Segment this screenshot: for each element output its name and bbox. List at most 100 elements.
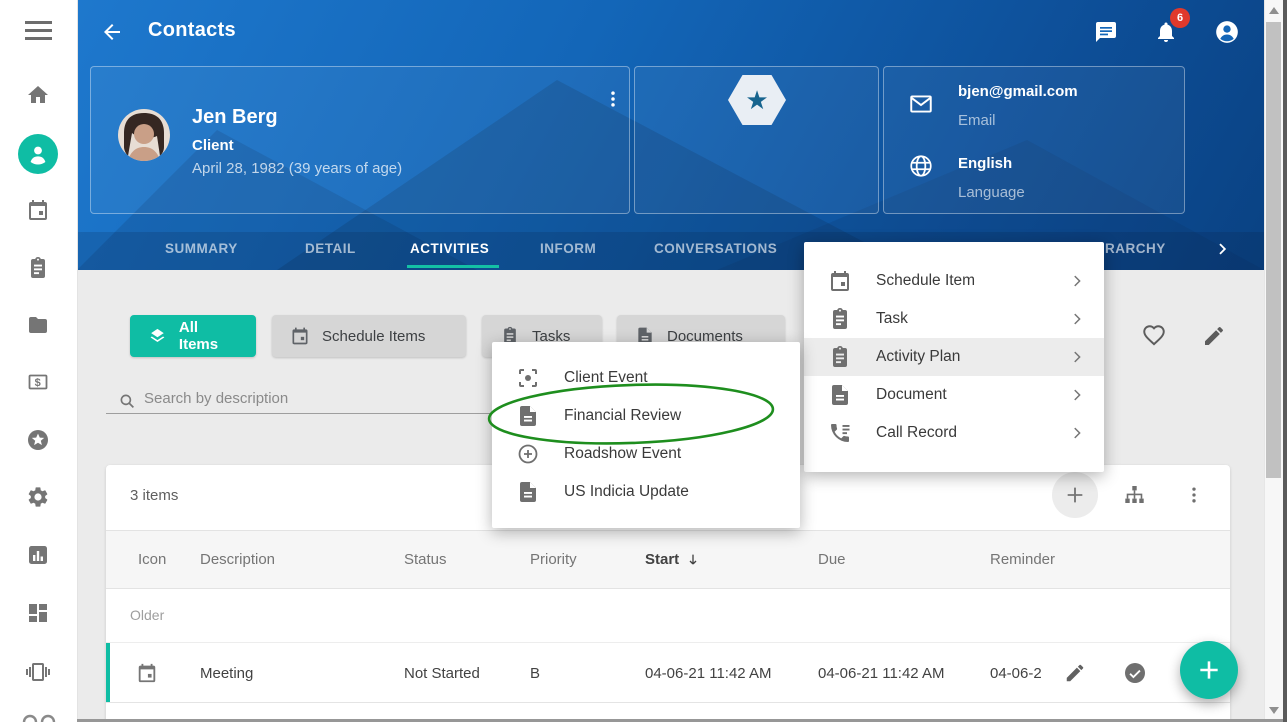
table-row-meeting[interactable]: Meeting Not Started B 04-06-21 11:42 AM … [106,642,1230,703]
column-status[interactable]: Status [404,551,447,568]
menu-item-activity-plan[interactable]: Activity Plan [804,338,1104,376]
column-icon[interactable]: Icon [138,551,166,568]
tab-inform[interactable]: INFORM [540,241,596,256]
home-icon[interactable] [26,83,50,107]
group-label-older: Older [130,607,164,623]
language-globe-icon [908,153,934,179]
menu-item-label: Task [876,310,908,328]
contact-email-value: bjen@gmail.com [958,83,1078,100]
row-accent-bar [106,643,110,703]
left-sidebar: $ [0,0,78,722]
tab-conversations[interactable]: CONVERSATIONS [654,241,777,256]
chat-icon[interactable] [1094,20,1118,44]
submenu-item-financial-review[interactable]: Financial Review [492,397,800,435]
tab-activities[interactable]: ACTIVITIES [410,241,489,256]
plus-icon [1196,657,1222,683]
window-right-edge [1283,0,1287,722]
hexagon-star-badge-icon: ★ [728,75,786,125]
submenu-item-roadshow-event[interactable]: Roadshow Event [492,435,800,473]
column-due[interactable]: Due [818,551,846,568]
menu-item-task[interactable]: Task [804,300,1104,338]
column-priority[interactable]: Priority [530,551,577,568]
contact-language-value: English [958,155,1012,172]
voicemail-icon[interactable] [22,714,56,722]
document-icon [828,383,852,407]
profile-more-kebab-icon[interactable] [603,89,623,109]
plus-icon [1064,484,1086,506]
submenu-item-us-indicia-update[interactable]: US Indicia Update [492,473,800,511]
back-arrow-icon[interactable] [100,20,124,44]
tab-hierarchy-partial[interactable]: RARCHY [1105,241,1166,256]
crm-contacts-page: Contacts 6 Jen Berg [0,0,1287,722]
edit-pencil-icon[interactable] [1202,324,1226,348]
contact-language-label: Language [958,184,1025,201]
contact-email-label: Email [958,112,996,129]
menu-item-schedule-item[interactable]: Schedule Item [804,262,1104,300]
column-start-label: Start [645,551,679,568]
table-header-row: Icon Description Status Priority Start D… [106,530,1230,589]
page-header: Contacts 6 Jen Berg [77,0,1264,270]
submenu-item-label: US Indicia Update [564,483,689,501]
column-start-sorted[interactable]: Start [645,551,701,568]
dashboard-icon[interactable] [26,601,50,625]
scrollbar-up-arrow[interactable] [1269,7,1279,14]
calendar-icon [290,326,310,346]
cell-due: 04-06-21 11:42 AM [818,665,944,682]
settings-gear-icon[interactable] [26,485,50,509]
column-reminder[interactable]: Reminder [990,551,1055,568]
submenu-item-client-event[interactable]: Client Event [492,359,800,397]
folder-icon[interactable] [26,313,50,337]
items-count-label: 3 items [130,487,178,504]
vertical-scrollbar-thumb[interactable] [1266,22,1281,478]
chevron-right-icon [1068,386,1086,404]
menu-item-label: Document [876,386,947,404]
row-calendar-icon [136,662,158,684]
contacts-person-icon-active[interactable] [18,134,58,174]
plus-circle-icon [516,442,540,466]
menu-item-label: Activity Plan [876,348,960,366]
email-icon [908,91,934,117]
submenu-item-label: Client Event [564,369,648,387]
scrollbar-down-arrow[interactable] [1269,707,1279,714]
chevron-right-icon [1068,272,1086,290]
hamburger-menu-icon[interactable] [25,21,52,43]
tasks-clipboard-icon[interactable] [26,256,50,280]
calendar-icon[interactable] [26,198,50,222]
call-record-icon [828,421,852,445]
add-item-button[interactable] [1052,472,1098,518]
filter-schedule-items-button[interactable]: Schedule Items [272,315,466,357]
row-edit-pencil-icon[interactable] [1064,662,1086,684]
svg-text:$: $ [35,377,41,389]
tab-summary[interactable]: SUMMARY [165,241,238,256]
menu-item-label: Call Record [876,424,957,442]
account-avatar-icon[interactable] [1214,19,1240,45]
vibration-icon[interactable] [26,660,50,684]
filter-all-items-button[interactable]: All Items [130,315,256,357]
menu-item-document[interactable]: Document [804,376,1104,414]
document-icon [516,480,540,504]
fab-add-button[interactable] [1180,641,1238,699]
document-icon [516,404,540,428]
column-description[interactable]: Description [200,551,275,568]
chevron-right-icon [1068,424,1086,442]
table-more-kebab-icon[interactable] [1184,485,1204,505]
create-activity-menu: Schedule Item Task Activity Plan Documen… [804,242,1104,472]
tab-detail[interactable]: DETAIL [305,241,356,256]
cell-description: Meeting [200,665,253,682]
tabs-scroll-chevron-right-icon[interactable] [1212,238,1234,260]
money-document-icon[interactable]: $ [26,370,50,394]
submenu-item-label: Roadshow Event [564,445,681,463]
filter-all-items-label: All Items [179,319,238,353]
profile-role: Client [192,137,234,154]
hierarchy-view-icon[interactable] [1122,483,1146,507]
menu-item-call-record[interactable]: Call Record [804,414,1104,452]
clipboard-icon [828,307,852,331]
profile-name: Jen Berg [192,106,278,129]
row-complete-check-icon[interactable] [1123,661,1147,685]
active-tab-underline [407,265,499,268]
star-circle-icon[interactable] [26,428,50,452]
clipboard-icon [828,345,852,369]
notification-badge: 6 [1170,8,1190,28]
analytics-chart-icon[interactable] [26,543,50,567]
favorite-heart-icon[interactable] [1141,323,1167,349]
